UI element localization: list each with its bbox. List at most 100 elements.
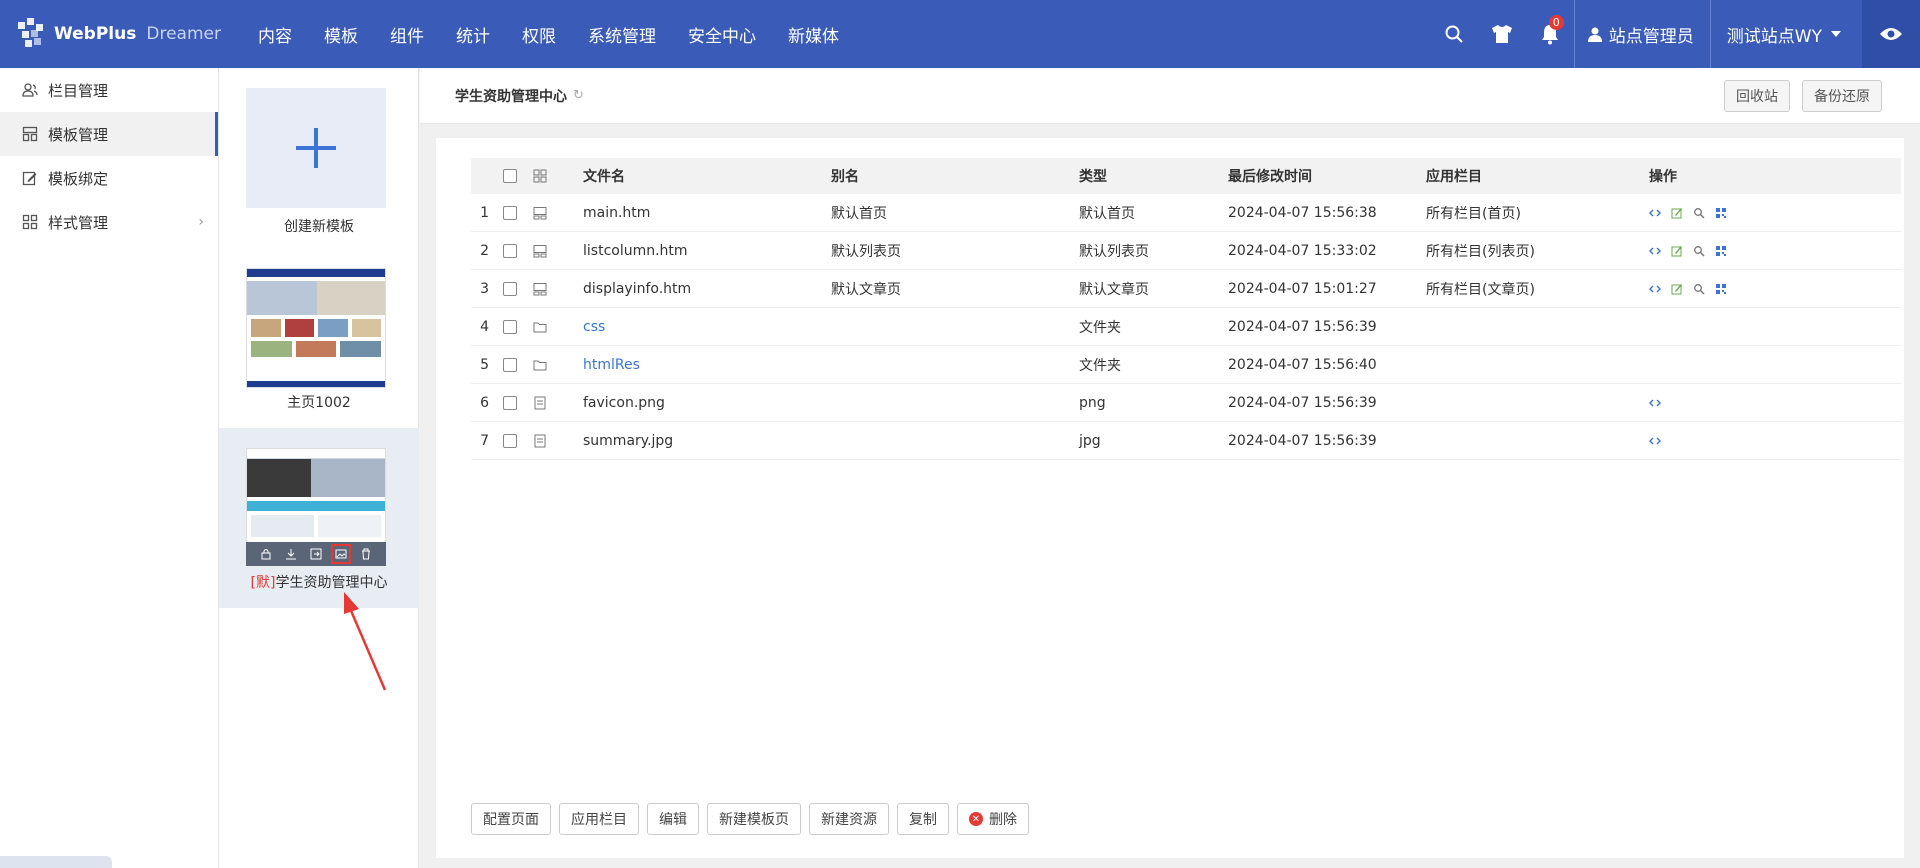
code-icon[interactable] <box>1649 436 1671 446</box>
user-menu[interactable]: 站点管理员 <box>1573 0 1710 68</box>
row-checkbox[interactable] <box>503 395 517 410</box>
header-filename[interactable]: 文件名 <box>583 166 625 186</box>
template-label-home: 主页1002 <box>287 395 351 411</box>
file-column: 所有栏目(文章页) <box>1426 281 1535 298</box>
table-row[interactable]: 4 css 文件夹 2024-04-07 15:56:39 <box>471 308 1901 346</box>
header-column[interactable]: 应用栏目 <box>1426 166 1482 186</box>
file-name[interactable]: displayinfo.htm <box>583 281 691 297</box>
table-row[interactable]: 2 listcolumn.htm 默认列表页 默认列表页 2024-04-07 15:3… <box>471 232 1901 270</box>
header-modified[interactable]: 最后修改时间 <box>1228 166 1312 186</box>
code-icon[interactable] <box>1649 283 1671 295</box>
row-checkbox[interactable] <box>503 243 517 258</box>
caret-down-icon <box>1831 31 1841 37</box>
edit-icon[interactable] <box>1671 283 1693 295</box>
nav-item-permission[interactable]: 权限 <box>522 22 556 47</box>
header-alias[interactable]: 别名 <box>831 166 859 186</box>
annotation-arrow <box>344 592 387 691</box>
search-icon[interactable] <box>1430 0 1478 68</box>
header-ops: 操作 <box>1649 169 1677 185</box>
nav-item-component[interactable]: 组件 <box>390 22 424 47</box>
file-modified: 2024-04-07 15:56:38 <box>1228 204 1377 221</box>
delete-icon: ✕ <box>969 812 983 826</box>
edit-icon[interactable] <box>1671 245 1693 257</box>
select-all-checkbox[interactable] <box>503 169 517 183</box>
magnify-icon[interactable] <box>1693 245 1715 257</box>
site-label: 测试站点WY <box>1726 26 1822 47</box>
magnify-icon[interactable] <box>1693 283 1715 295</box>
apply-column-button[interactable]: 应用栏目 <box>559 803 639 835</box>
refresh-icon[interactable]: ↻ <box>573 88 584 103</box>
config-page-button[interactable]: 配置页面 <box>471 803 551 835</box>
tshirt-icon[interactable] <box>1478 0 1526 68</box>
new-template-page-button[interactable]: 新建模板页 <box>707 803 801 835</box>
table-row[interactable]: 1 main.htm 默认首页 默认首页 2024-04-07 15:56:38 所有栏目… <box>471 194 1901 232</box>
qrcode-icon[interactable] <box>1715 207 1737 219</box>
code-icon[interactable] <box>1649 207 1671 219</box>
eye-icon[interactable] <box>1862 0 1920 68</box>
row-actions <box>1649 207 1737 219</box>
row-checkbox[interactable] <box>503 281 517 296</box>
row-checkbox[interactable] <box>503 319 517 334</box>
sidebar-item-template[interactable]: 模板管理 <box>0 112 218 156</box>
sidebar-item-style[interactable]: 样式管理 › <box>0 200 218 244</box>
file-name[interactable]: css <box>583 319 605 335</box>
lock-icon[interactable] <box>258 546 274 562</box>
export-icon[interactable] <box>308 546 324 562</box>
header-actions: 回收站 备份还原 <box>1712 80 1882 112</box>
qrcode-icon[interactable] <box>1715 283 1737 295</box>
file-list-panel: 文件名 别名 类型 最后修改时间 应用栏目 操作 1 main.htm 默认首页 默认… <box>436 138 1904 858</box>
table-row[interactable]: 6 favicon.png png 2024-04-07 15:56:39 <box>471 384 1901 422</box>
create-template-button[interactable] <box>246 88 386 208</box>
template-thumbnail-home[interactable] <box>246 268 386 388</box>
file-name[interactable]: main.htm <box>583 205 650 221</box>
bell-icon[interactable]: 0 <box>1526 0 1574 68</box>
recycle-bin-button[interactable]: 回收站 <box>1724 80 1790 112</box>
nav-item-system[interactable]: 系统管理 <box>588 22 656 47</box>
create-template-label: 创建新模板 <box>284 219 354 235</box>
file-name[interactable]: favicon.png <box>583 395 665 411</box>
row-checkbox[interactable] <box>503 205 517 220</box>
file-name[interactable]: htmlRes <box>583 357 640 373</box>
sidebar-item-binding[interactable]: 模板绑定 <box>0 156 218 200</box>
sidebar-item-column[interactable]: 栏目管理 <box>0 68 218 112</box>
qrcode-icon[interactable] <box>1715 245 1737 257</box>
nav-item-security[interactable]: 安全中心 <box>688 22 756 47</box>
table-row[interactable]: 3 displayinfo.htm 默认文章页 默认文章页 2024-04-07 15:… <box>471 270 1901 308</box>
nav-item-content[interactable]: 内容 <box>258 22 292 47</box>
nav-item-stats[interactable]: 统计 <box>456 22 490 47</box>
table-row[interactable]: 7 summary.jpg jpg 2024-04-07 15:56:39 <box>471 422 1901 460</box>
nav-item-newmedia[interactable]: 新媒体 <box>788 22 839 47</box>
site-switcher[interactable]: 测试站点WY <box>1709 0 1862 68</box>
template-toolbar <box>246 542 386 566</box>
file-modified: 2024-04-07 15:56:40 <box>1228 356 1377 373</box>
row-checkbox[interactable] <box>503 433 517 448</box>
file-column: 所有栏目(列表页) <box>1426 243 1535 260</box>
file-name[interactable]: summary.jpg <box>583 433 673 449</box>
copy-button[interactable]: 复制 <box>897 803 949 835</box>
trash-icon[interactable] <box>358 546 374 562</box>
new-resource-button[interactable]: 新建资源 <box>809 803 889 835</box>
download-icon[interactable] <box>283 546 299 562</box>
magnify-icon[interactable] <box>1693 207 1715 219</box>
code-icon[interactable] <box>1649 398 1671 408</box>
row-checkbox[interactable] <box>503 357 517 372</box>
row-number: 6 <box>480 394 489 411</box>
file-name[interactable]: listcolumn.htm <box>583 243 688 259</box>
template-label-student: [默]学生资助管理中心 <box>219 572 419 592</box>
row-actions <box>1649 283 1737 295</box>
nav-item-template[interactable]: 模板 <box>324 22 358 47</box>
logo[interactable]: WebPlus Dreamer <box>0 0 230 68</box>
template-icon <box>533 282 547 296</box>
code-icon[interactable] <box>1649 245 1671 257</box>
delete-button[interactable]: ✕ 删除 <box>957 803 1029 835</box>
edit-icon[interactable] <box>1671 207 1693 219</box>
table-row[interactable]: 5 htmlRes 文件夹 2024-04-07 15:56:40 <box>471 346 1901 384</box>
sidebar-item-label: 模板管理 <box>48 125 109 144</box>
backup-restore-button[interactable]: 备份还原 <box>1802 80 1882 112</box>
table-header: 文件名 别名 类型 最后修改时间 应用栏目 操作 <box>471 158 1901 194</box>
file-alias: 默认列表页 <box>831 243 901 260</box>
image-icon[interactable] <box>330 544 351 564</box>
edit-button[interactable]: 编辑 <box>647 803 699 835</box>
view-toggle-icon[interactable] <box>533 169 547 183</box>
header-type[interactable]: 类型 <box>1079 166 1107 186</box>
